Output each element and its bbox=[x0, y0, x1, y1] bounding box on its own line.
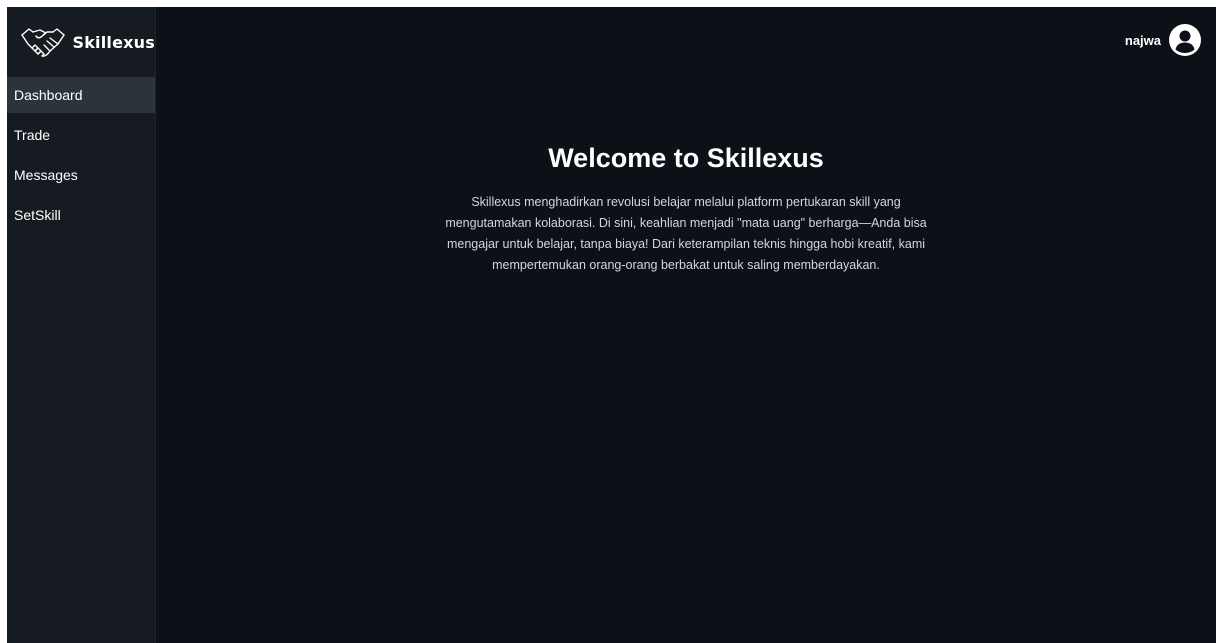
sidebar-nav: Dashboard Trade Messages SetSkill bbox=[7, 77, 155, 237]
user-menu[interactable]: najwa bbox=[1125, 24, 1201, 56]
page-title: Welcome to Skillexus bbox=[548, 143, 824, 173]
welcome-description: Skillexus menghadirkan revolusi belajar … bbox=[445, 195, 927, 272]
sidebar-item-dashboard[interactable]: Dashboard bbox=[7, 77, 155, 113]
handshake-icon bbox=[19, 25, 66, 59]
brand-name: Skillexus bbox=[72, 32, 155, 52]
user-circle-icon[interactable] bbox=[1169, 24, 1201, 56]
username[interactable]: najwa bbox=[1125, 33, 1161, 48]
welcome-section: Welcome to Skillexus Skillexus menghadir… bbox=[156, 143, 1216, 276]
sidebar-item-trade[interactable]: Trade bbox=[7, 117, 155, 153]
main-content: najwa Welcome to Skillexus Skillexus men… bbox=[156, 7, 1216, 643]
brand[interactable]: Skillexus bbox=[7, 7, 155, 77]
sidebar-item-setskill[interactable]: SetSkill bbox=[7, 197, 155, 233]
sidebar: Skillexus Dashboard Trade Messages SetSk… bbox=[7, 7, 156, 643]
sidebar-item-messages[interactable]: Messages bbox=[7, 157, 155, 193]
app-window: Skillexus Dashboard Trade Messages SetSk… bbox=[7, 7, 1216, 643]
